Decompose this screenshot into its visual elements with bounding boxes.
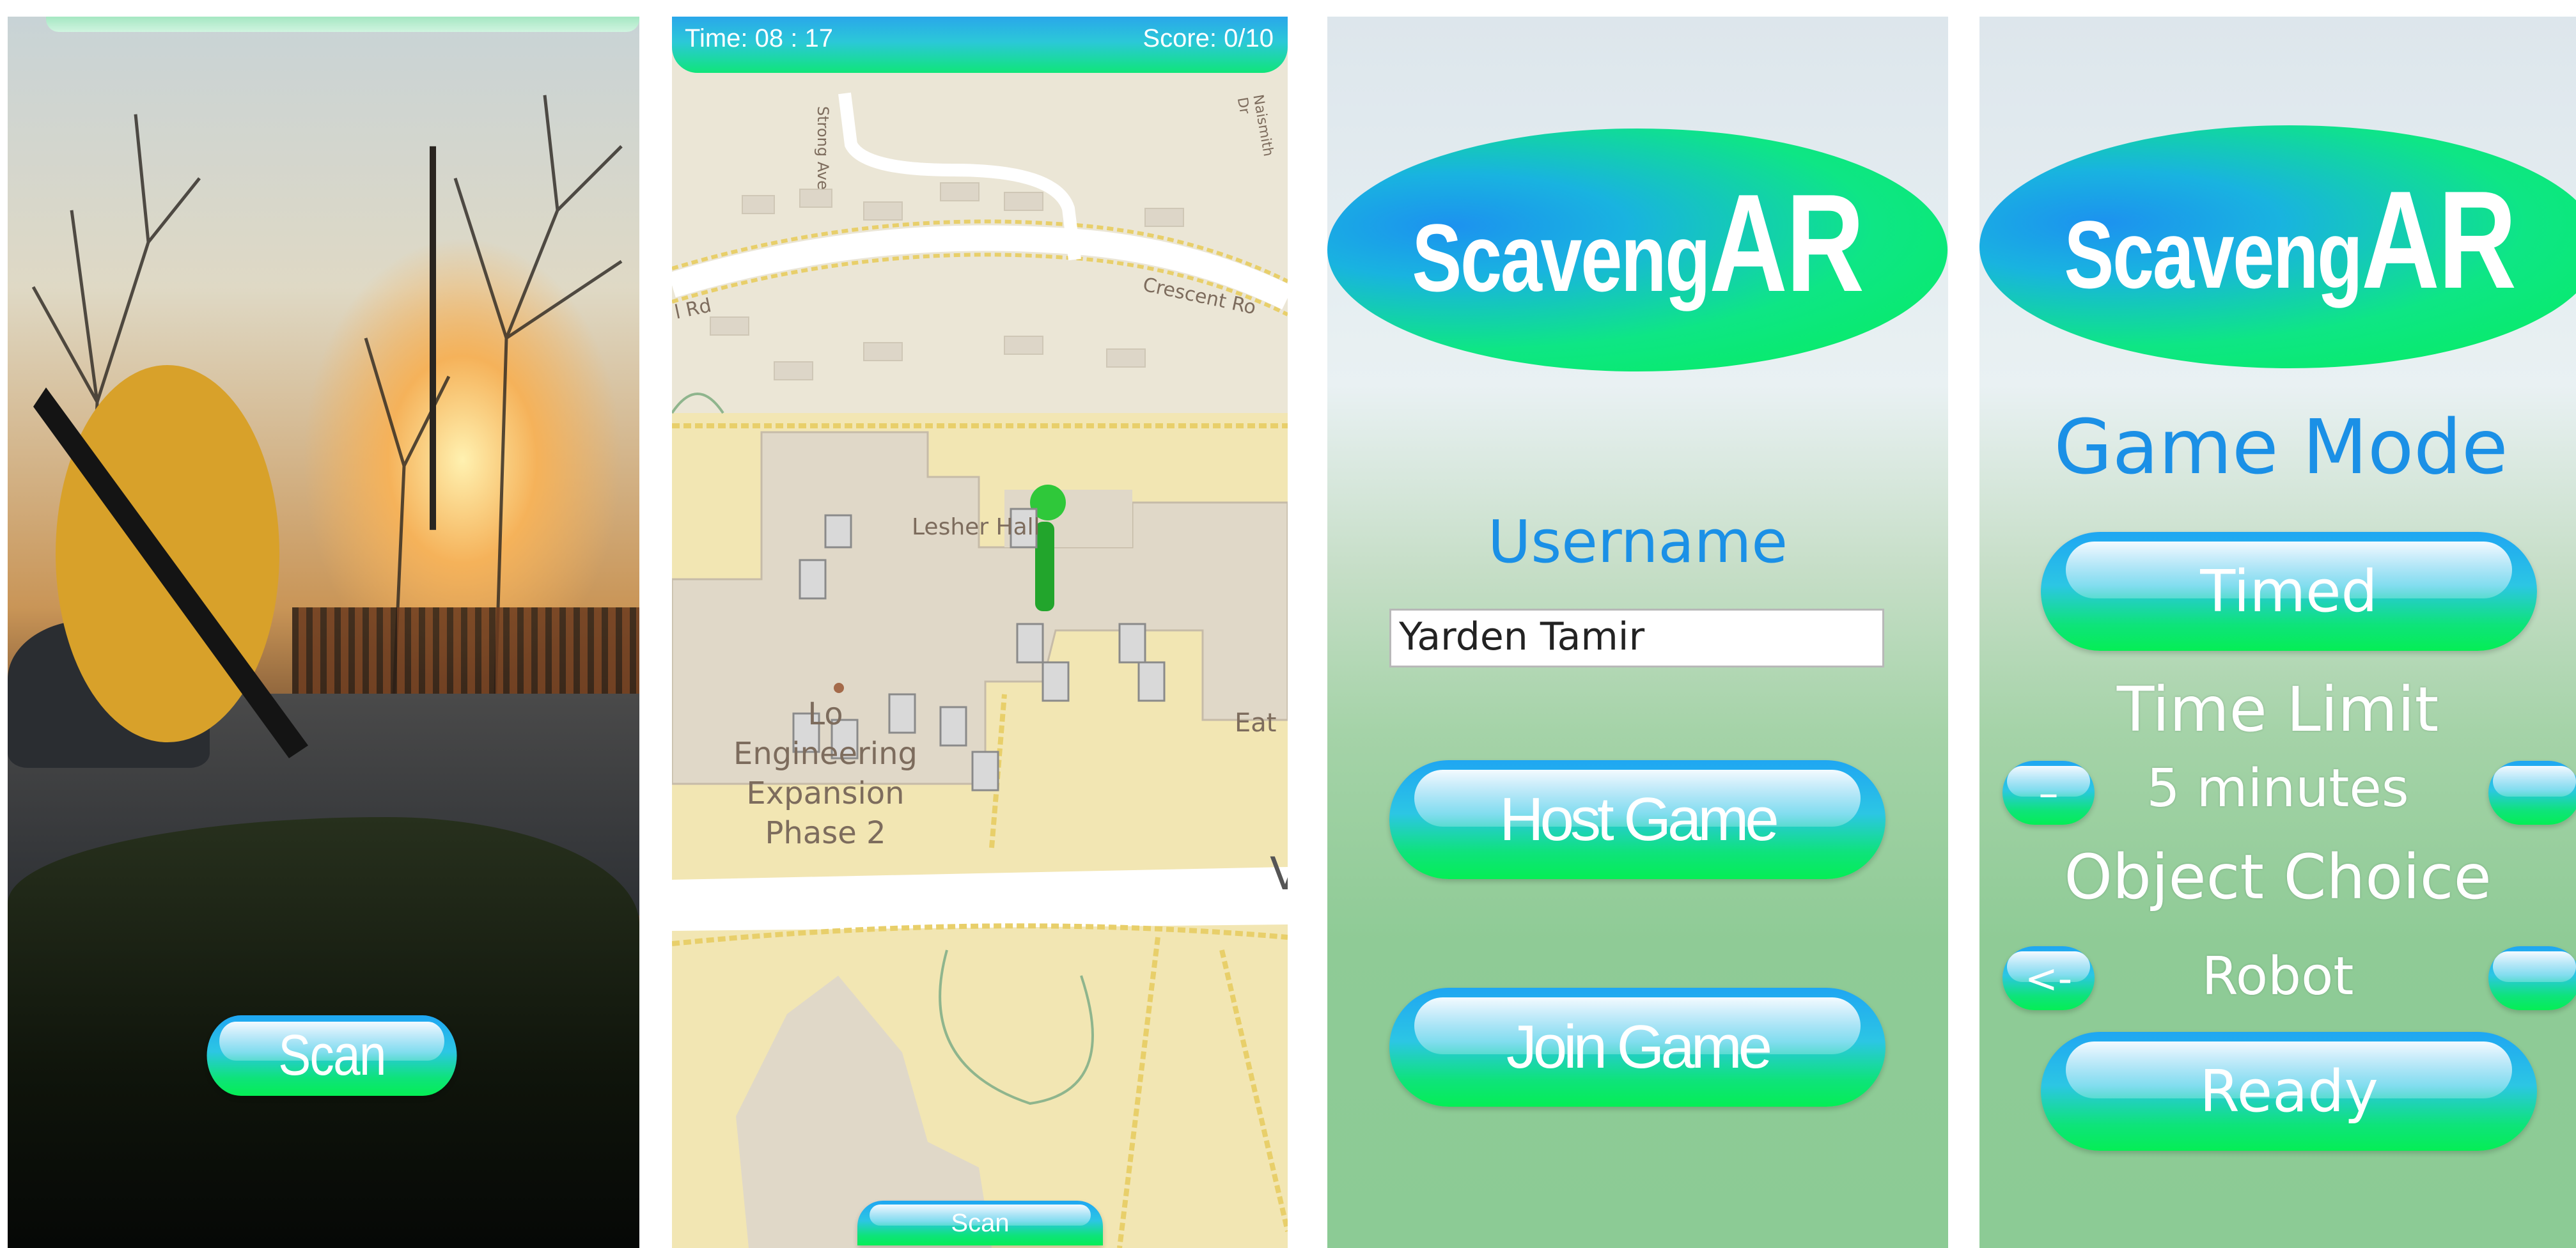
previous-object-label: <-: [2024, 955, 2073, 1002]
scan-button[interactable]: Scan: [857, 1201, 1103, 1245]
host-game-label: Host Game: [1499, 785, 1779, 854]
logo-text: ScavengAR: [1396, 164, 1880, 324]
join-game-button[interactable]: Join Game: [1389, 988, 1885, 1107]
game-mode-label: Timed: [2200, 558, 2378, 625]
game-mode-toggle-button[interactable]: Timed: [2041, 532, 2537, 651]
building-label: Lo Engineering Expansion Phase 2: [733, 696, 917, 851]
ready-button[interactable]: Ready: [2041, 1032, 2537, 1151]
logo-text-suffix: AR: [1709, 166, 1864, 321]
scan-button-label: Scan: [278, 1023, 386, 1088]
logo-text-suffix: AR: [2361, 162, 2517, 318]
timer-text: Time: 08 : 17: [685, 24, 833, 52]
game-mode-heading: Game Mode: [2054, 403, 2508, 491]
logo-text-prefix: Scaveng: [2064, 201, 2362, 308]
username-heading: Username: [1488, 508, 1788, 576]
map-screen: Strong Ave Crescent Ro l Rd Naismith Dr …: [672, 17, 1288, 1248]
ar-scavenger-object[interactable]: [33, 362, 308, 777]
start-screen: ScavengAR Username Yarden Tamir Host Gam…: [1327, 17, 1948, 1248]
building-label: Lesher Hall: [912, 514, 1040, 540]
map-geometry: [672, 92, 1288, 1248]
score-text: Score: 0/10: [1143, 24, 1274, 52]
username-input[interactable]: Yarden Tamir: [1389, 609, 1884, 667]
ready-label: Ready: [2199, 1057, 2378, 1125]
time-limit-label: Time Limit: [2116, 674, 2439, 745]
game-hud: Time: 08 : 17 Score: 0/10: [672, 17, 1288, 73]
scavengar-logo: ScavengAR: [1979, 125, 2576, 368]
object-choice-label: Object Choice: [2064, 841, 2492, 913]
building-label: Eat: [1235, 708, 1277, 738]
decrease-time-label: –: [2038, 769, 2059, 816]
scan-button-label: Scan: [951, 1208, 1010, 1237]
time-limit-value: 5 minutes: [2146, 758, 2409, 819]
increase-time-button[interactable]: [2488, 761, 2576, 825]
scavengar-logo: ScavengAR: [1327, 129, 1948, 371]
street-label: Strong Ave: [814, 106, 832, 190]
scan-button[interactable]: Scan: [207, 1015, 457, 1096]
game-setup-screen: ScavengAR Game Mode Timed Time Limit – 5…: [1979, 17, 2576, 1248]
building-label: V: [1270, 848, 1288, 900]
next-object-button[interactable]: [2488, 946, 2576, 1010]
join-game-label: Join Game: [1506, 1013, 1772, 1081]
logo-text-prefix: Scaveng: [1412, 204, 1710, 311]
logo-text: ScavengAR: [2048, 160, 2532, 320]
ar-camera-screen: Scan: [8, 17, 639, 1248]
host-game-button[interactable]: Host Game: [1389, 760, 1885, 879]
top-status-bar: [46, 17, 639, 32]
